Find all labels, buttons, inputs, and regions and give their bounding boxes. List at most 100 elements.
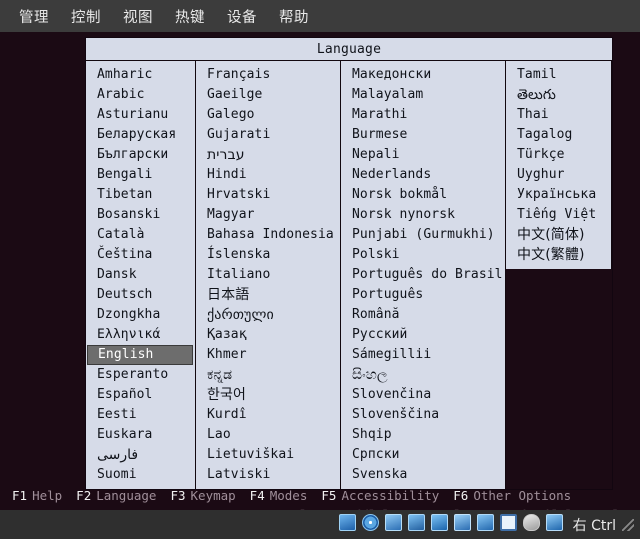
- language-item[interactable]: Amharic: [86, 65, 195, 85]
- language-item[interactable]: Türkçe: [506, 145, 611, 165]
- language-item[interactable]: Tiếng Việt: [506, 205, 611, 225]
- language-item[interactable]: Bahasa Indonesia: [196, 225, 340, 245]
- language-item[interactable]: فارسی: [86, 445, 195, 465]
- language-item[interactable]: 한국어: [196, 385, 340, 405]
- menu-manage[interactable]: 管理: [8, 3, 60, 30]
- language-item[interactable]: Arabic: [86, 85, 195, 105]
- language-item[interactable]: Norsk nynorsk: [341, 205, 505, 225]
- language-item[interactable]: Lao: [196, 425, 340, 445]
- language-item[interactable]: Nederlands: [341, 165, 505, 185]
- resize-grip[interactable]: [622, 518, 634, 531]
- language-item[interactable]: Nepali: [341, 145, 505, 165]
- language-item[interactable]: Slovenščina: [341, 405, 505, 425]
- function-key-description: Other Options: [473, 487, 572, 503]
- language-item[interactable]: Ελληνικά: [86, 325, 195, 345]
- language-item[interactable]: Українська: [506, 185, 611, 205]
- language-item[interactable]: ქართული: [196, 305, 340, 325]
- language-item[interactable]: తెలుగు: [506, 85, 611, 105]
- language-item[interactable]: Русский: [341, 325, 505, 345]
- language-columns: Amharic Arabic Asturianu Беларуская Българск…: [86, 61, 612, 489]
- language-item[interactable]: Sámegillii: [341, 345, 505, 365]
- function-key-f5[interactable]: F5 Accessibility: [321, 488, 439, 503]
- language-item[interactable]: Bengali: [86, 165, 195, 185]
- menu-help[interactable]: 帮助: [268, 3, 320, 30]
- function-key-f4[interactable]: F4 Modes: [250, 488, 308, 503]
- language-item[interactable]: Català: [86, 225, 195, 245]
- language-item[interactable]: Hindi: [196, 165, 340, 185]
- language-item[interactable]: Română: [341, 305, 505, 325]
- language-item[interactable]: Čeština: [86, 245, 195, 265]
- language-item[interactable]: 中文(简体): [506, 225, 611, 245]
- language-item[interactable]: Uyghur: [506, 165, 611, 185]
- language-item[interactable]: Tagalog: [506, 125, 611, 145]
- language-item[interactable]: Italiano: [196, 265, 340, 285]
- language-item[interactable]: Kurdî: [196, 405, 340, 425]
- language-item[interactable]: Thai: [506, 105, 611, 125]
- language-item[interactable]: සිංහල: [341, 365, 505, 385]
- language-item[interactable]: Български: [86, 145, 195, 165]
- language-item[interactable]: Hrvatski: [196, 185, 340, 205]
- cpu-icon[interactable]: [499, 514, 517, 531]
- language-item[interactable]: Magyar: [196, 205, 340, 225]
- drag-drop-icon[interactable]: [545, 514, 563, 531]
- language-item[interactable]: Lietuviškai: [196, 445, 340, 465]
- language-item[interactable]: Português: [341, 285, 505, 305]
- function-key-f3[interactable]: F3 Keymap: [170, 488, 235, 503]
- function-key-f6[interactable]: F6 Other Options: [453, 488, 571, 503]
- language-item[interactable]: Dansk: [86, 265, 195, 285]
- usb-icon[interactable]: [407, 514, 425, 531]
- language-item[interactable]: Bosanski: [86, 205, 195, 225]
- cd-dvd-icon[interactable]: [361, 514, 379, 531]
- function-key-f2[interactable]: F2 Language: [76, 488, 156, 503]
- language-item[interactable]: Tibetan: [86, 185, 195, 205]
- language-item[interactable]: Euskara: [86, 425, 195, 445]
- function-key-description: Language: [96, 487, 157, 503]
- language-item[interactable]: Punjabi (Gurmukhi): [341, 225, 505, 245]
- language-item[interactable]: 中文(繁體): [506, 245, 611, 265]
- language-item[interactable]: Македонски: [341, 65, 505, 85]
- language-item[interactable]: Asturianu: [86, 105, 195, 125]
- language-item[interactable]: Polski: [341, 245, 505, 265]
- language-item[interactable]: Српски: [341, 445, 505, 465]
- language-item-selected[interactable]: English: [87, 345, 193, 365]
- language-item[interactable]: Galego: [196, 105, 340, 125]
- function-key-label: F5: [321, 487, 337, 503]
- virtual-machine-window: 管理 控制 视图 热键 设备 帮助 Language Amharic Arabic Astur…: [0, 0, 640, 539]
- language-item[interactable]: Shqip: [341, 425, 505, 445]
- language-item[interactable]: Español: [86, 385, 195, 405]
- menu-hotkey[interactable]: 热键: [164, 3, 216, 30]
- clipboard-icon[interactable]: [476, 514, 494, 531]
- language-item[interactable]: Беларуская: [86, 125, 195, 145]
- language-item[interactable]: Marathi: [341, 105, 505, 125]
- mouse-icon[interactable]: [522, 514, 540, 531]
- menu-control[interactable]: 控制: [60, 3, 112, 30]
- language-item[interactable]: Slovenčina: [341, 385, 505, 405]
- language-item[interactable]: ಕನ್ನಡ: [196, 365, 340, 385]
- language-item[interactable]: Esperanto: [86, 365, 195, 385]
- language-item[interactable]: Eesti: [86, 405, 195, 425]
- language-item[interactable]: Tamil: [506, 65, 611, 85]
- function-key-label: F6: [453, 487, 469, 503]
- language-item[interactable]: Norsk bokmål: [341, 185, 505, 205]
- hard-disk-icon[interactable]: [338, 514, 356, 531]
- language-item[interactable]: Français: [196, 65, 340, 85]
- language-item[interactable]: Gujarati: [196, 125, 340, 145]
- language-item[interactable]: Gaeilge: [196, 85, 340, 105]
- network-icon[interactable]: [384, 514, 402, 531]
- menu-view[interactable]: 视图: [112, 3, 164, 30]
- language-item[interactable]: Íslenska: [196, 245, 340, 265]
- language-item[interactable]: Português do Brasil: [341, 265, 505, 285]
- language-item[interactable]: 日本語: [196, 285, 340, 305]
- display-icon[interactable]: [453, 514, 471, 531]
- language-item[interactable]: Khmer: [196, 345, 340, 365]
- language-item[interactable]: Deutsch: [86, 285, 195, 305]
- menu-device[interactable]: 设备: [216, 3, 268, 30]
- language-item[interactable]: Malayalam: [341, 85, 505, 105]
- shared-folder-icon[interactable]: [430, 514, 448, 531]
- language-item[interactable]: עברית: [196, 145, 340, 165]
- function-key-f1[interactable]: F1 Help: [12, 488, 62, 503]
- language-item[interactable]: Dzongkha: [86, 305, 195, 325]
- function-key-bar: F1 Help F2 Language F3 Keymap F4 Modes F5 Accessi…: [0, 482, 640, 508]
- language-item[interactable]: Қазақ: [196, 325, 340, 345]
- language-item[interactable]: Burmese: [341, 125, 505, 145]
